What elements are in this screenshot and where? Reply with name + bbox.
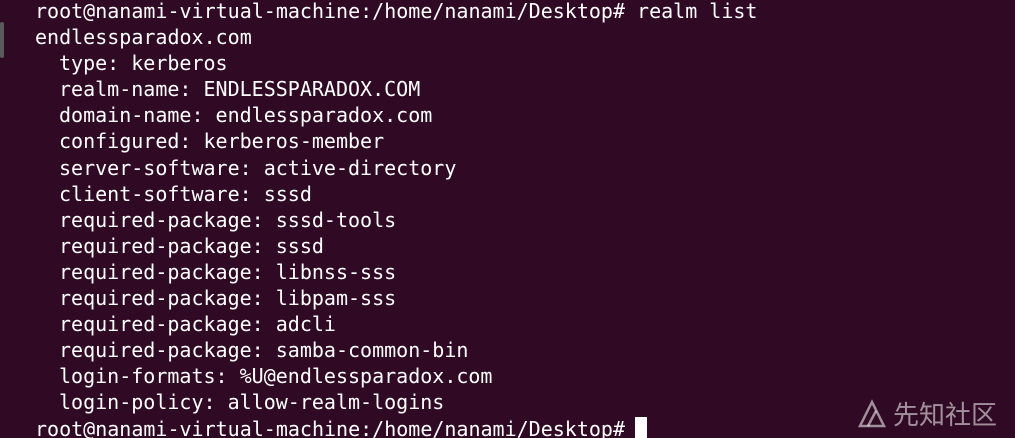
- realm-detail-line: required-package: libpam-sss: [59, 286, 397, 311]
- realm-detail-line: configured: kerberos-member: [59, 129, 385, 154]
- realm-detail-line: login-formats: %U@endlessparadox.com: [59, 364, 493, 389]
- text-cursor: [635, 416, 648, 438]
- realm-detail-line: server-software: active-directory: [59, 155, 457, 180]
- realm-detail-line: required-package: sssd: [59, 233, 324, 258]
- realm-detail-line: required-package: adcli: [59, 312, 336, 337]
- watermark-text: 先知社区: [892, 401, 997, 431]
- realm-detail-line: required-package: sssd-tools: [59, 207, 397, 232]
- realm-detail-line: type: kerberos: [59, 51, 228, 76]
- realm-detail-line: required-package: samba-common-bin: [59, 338, 469, 363]
- realm-detail-line: client-software: sssd: [59, 181, 312, 206]
- scrollbar-thumb[interactable]: [0, 22, 4, 58]
- xianzhi-logo-icon: [857, 398, 887, 429]
- watermark: 先知社区: [857, 395, 997, 432]
- terminal-window[interactable]: root@nanami-virtual-machine:/home/nanami…: [0, 0, 1015, 438]
- realm-detail-line: domain-name: endlessparadox.com: [59, 103, 433, 128]
- command-line: root@nanami-virtual-machine:/home/nanami…: [35, 0, 758, 23]
- realm-detail-line: realm-name: ENDLESSPARADOX.COM: [59, 77, 421, 102]
- realm-detail-line: required-package: libnss-sss: [59, 259, 397, 284]
- prompt-text: root@nanami-virtual-machine:/home/nanami…: [35, 416, 626, 438]
- terminal-output: root@nanami-virtual-machine:/home/nanami…: [35, 0, 1015, 438]
- realm-name-heading: endlessparadox.com: [35, 25, 252, 50]
